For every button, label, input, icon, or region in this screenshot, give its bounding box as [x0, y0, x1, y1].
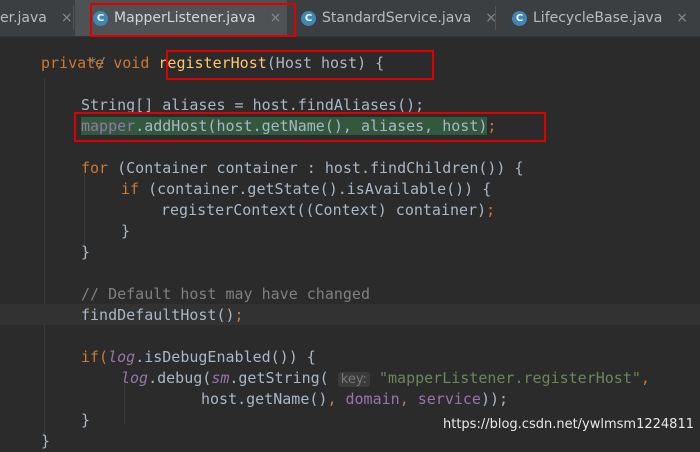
code-line: }	[81, 411, 91, 429]
tab-mapper-listener[interactable]: C MapperListener.java ×	[75, 0, 287, 36]
close-icon[interactable]: ×	[270, 10, 282, 26]
java-class-icon: C	[301, 10, 316, 26]
close-icon[interactable]: ×	[676, 10, 688, 26]
indent-guide	[124, 384, 125, 424]
code-editor[interactable]: */ private void registerHost(Host host) …	[0, 36, 700, 450]
parameter-hint: key:	[337, 372, 370, 387]
code-line: if(log.isDebugEnabled()) {	[81, 348, 316, 366]
tab-label: MapperListener.java	[114, 10, 256, 26]
code-line: for (Container container : host.findChil…	[81, 159, 524, 177]
java-class-icon: C	[512, 10, 527, 26]
tab-divider	[73, 6, 74, 30]
tab-lifecycle-base[interactable]: C LifecycleBase.java ×	[504, 0, 700, 36]
code-line: }	[121, 222, 131, 240]
tab-label: er.java	[0, 10, 47, 26]
code-line: if (container.getState().isAvailable()) …	[121, 180, 492, 198]
code-line: String[] aliases = host.findAliases();	[81, 96, 425, 114]
code-line: findDefaultHost();	[81, 306, 244, 324]
tab-label: LifecycleBase.java	[533, 10, 663, 26]
code-line: host.getName(), domain, service));	[201, 390, 509, 408]
java-class-icon: C	[93, 10, 108, 26]
tab-label: StandardService.java	[322, 10, 472, 26]
tab-standard-service[interactable]: C StandardService.java ×	[293, 0, 497, 36]
watermark: https://blog.csdn.net/ywlmsm1224811	[443, 417, 694, 432]
code-line: // Default host may have changed	[81, 285, 370, 303]
code-line: private void registerHost(Host host) {	[41, 54, 385, 72]
tab-server-java[interactable]: er.java ×	[0, 0, 74, 36]
method-name: registerHost	[158, 54, 267, 72]
tab-divider	[495, 6, 496, 30]
code-line: registerContext((Context) container);	[161, 201, 496, 219]
code-line: }	[81, 243, 91, 261]
code-line: mapper.addHost(host.getName(), aliases, …	[81, 117, 497, 135]
code-line: log.debug(sm.getString( key: "mapperList…	[121, 369, 650, 387]
code-line: */	[88, 54, 107, 72]
indent-guide	[44, 78, 45, 438]
close-icon[interactable]: ×	[61, 10, 73, 26]
